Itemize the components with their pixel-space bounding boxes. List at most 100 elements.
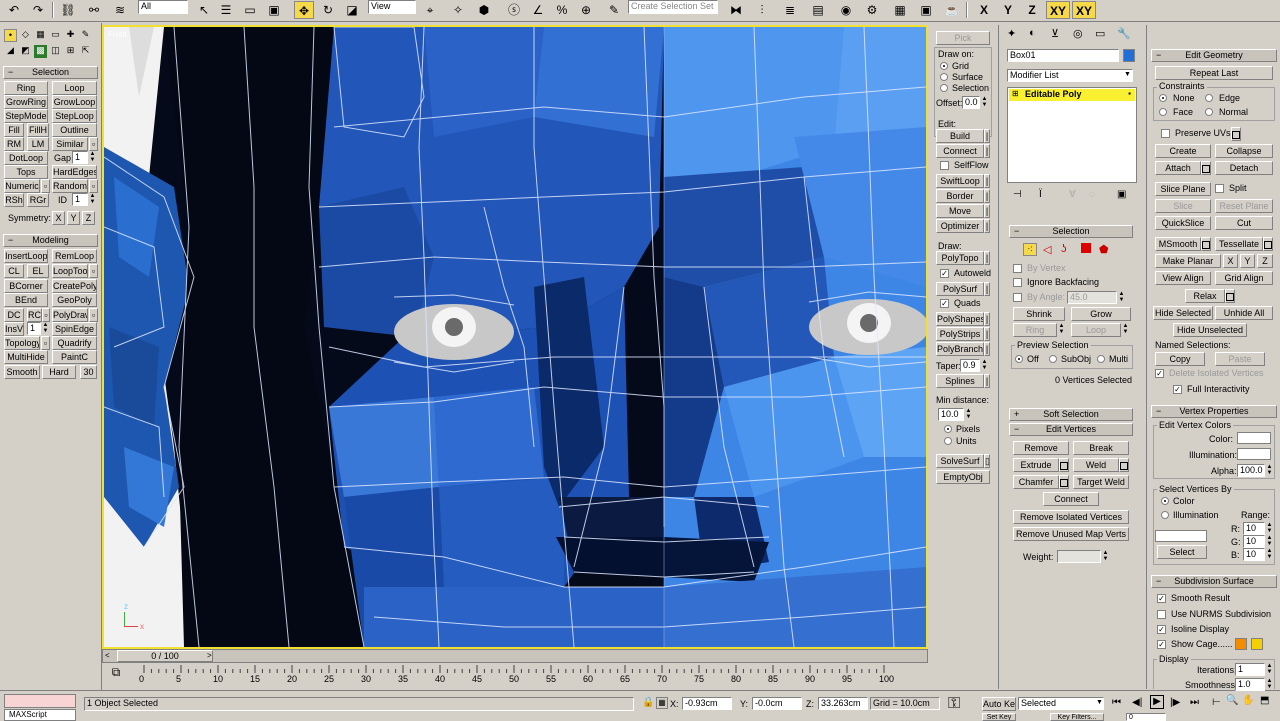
polyshapes-settings-icon[interactable]: |	[984, 312, 990, 326]
configure-modifier-sets-icon[interactable]: ▣	[1117, 189, 1126, 200]
loop-spinner[interactable]: ▲ ▼	[1122, 323, 1129, 336]
pencil-icon[interactable]: ✎	[79, 29, 92, 42]
polygon-mode-icon[interactable]: ▭	[49, 29, 62, 42]
cage-color-swatch-2[interactable]	[1251, 638, 1263, 650]
angle-spinner[interactable]: ▲ ▼	[1118, 291, 1125, 304]
range-b-field[interactable]: 10	[1243, 548, 1265, 561]
time-slider-forward-arrow[interactable]: >	[207, 650, 217, 662]
rm-button[interactable]: RM	[4, 137, 24, 151]
grid-icon[interactable]: ▩	[34, 45, 47, 58]
auto-key-button[interactable]: Auto Key	[982, 697, 1016, 711]
by-angle-checkbox[interactable]	[1013, 293, 1022, 302]
stack-item-editable-poly[interactable]: ⊞ Editable Poly ▪	[1009, 89, 1135, 101]
polydraw-settings-icon[interactable]: ▫	[89, 308, 98, 322]
range-b-spinner[interactable]: ▲ ▼	[1266, 548, 1273, 561]
curve-editor-icon[interactable]: ▤	[808, 1, 828, 19]
split-checkbox[interactable]	[1215, 184, 1224, 193]
pin-icon[interactable]: ⇱	[79, 45, 92, 58]
previous-frame-icon[interactable]: ◀|	[1132, 697, 1142, 708]
create-button[interactable]: Create	[1155, 144, 1211, 158]
make-planar-button[interactable]: Make Planar	[1155, 254, 1221, 268]
planar-x-button[interactable]: X	[1223, 254, 1238, 268]
insv-button[interactable]: InsV	[4, 322, 24, 336]
range-g-field[interactable]: 10	[1243, 535, 1265, 548]
looptools-button[interactable]: LoopTools	[52, 264, 88, 278]
object-name-field[interactable]: Box01	[1007, 49, 1119, 62]
select-by-name-icon[interactable]: ☰	[216, 1, 236, 19]
growloop-button[interactable]: GrowLoop	[52, 95, 97, 109]
edge-subobject-icon[interactable]: ◁	[1043, 243, 1051, 256]
topology-button[interactable]: Topology	[4, 336, 40, 350]
time-slider[interactable]: < 0 / 100 >	[102, 649, 928, 663]
display-tab-icon[interactable]: ▭	[1095, 27, 1105, 40]
connect-settings-icon[interactable]: |	[984, 144, 990, 158]
steploop-button[interactable]: StepLoop	[52, 109, 97, 123]
optimizer-button[interactable]: Optimizer	[936, 219, 984, 233]
hide-unselected-button[interactable]: Hide Unselected	[1173, 323, 1247, 337]
createpoly-button[interactable]: CreatePoly	[52, 279, 97, 293]
axis-x-button[interactable]: X	[974, 1, 994, 19]
range-g-spinner[interactable]: ▲ ▼	[1266, 535, 1273, 548]
polysurf-button[interactable]: PolySurf	[936, 282, 984, 296]
relax-settings-icon[interactable]	[1225, 289, 1235, 303]
break-button[interactable]: Break	[1073, 441, 1129, 455]
grid-align-button[interactable]: Grid Align	[1215, 271, 1273, 285]
maxscript-listener-mini[interactable]	[4, 694, 76, 708]
preserve-uvs-settings-icon[interactable]	[1231, 127, 1241, 141]
select-object-icon[interactable]: ↖	[194, 1, 214, 19]
layer-manager-icon[interactable]: ≣	[780, 1, 800, 19]
topology-settings-icon[interactable]: ▫	[41, 336, 50, 350]
remloop-button[interactable]: RemLoop	[52, 249, 97, 263]
polytopo-settings-icon[interactable]: |	[984, 251, 990, 265]
remove-isolated-vertices-button[interactable]: Remove Isolated Vertices	[1013, 510, 1129, 524]
redo-icon[interactable]: ↷	[28, 1, 48, 19]
make-unique-icon[interactable]: ∀	[1069, 189, 1076, 200]
unhide-all-button[interactable]: Unhide All	[1215, 306, 1273, 320]
quadrify-button[interactable]: Quadrify	[52, 336, 97, 350]
build-settings-icon[interactable]: |	[984, 129, 990, 143]
attach-button[interactable]: Attach	[1155, 161, 1201, 175]
element-mode-icon[interactable]: ✚	[64, 29, 77, 42]
zoom-icon[interactable]: 🔍	[1226, 695, 1238, 706]
show-end-result-icon[interactable]: Ï	[1039, 189, 1042, 200]
reference-coordinate-dropdown[interactable]: View	[368, 0, 416, 14]
keyboard-shortcut-icon[interactable]: ⬢	[474, 1, 494, 19]
polysurf-settings-icon[interactable]: |	[984, 282, 990, 296]
render-frame-icon[interactable]: ▦	[890, 1, 910, 19]
msmooth-settings-icon[interactable]	[1201, 237, 1211, 251]
ignore-backfacing-checkbox[interactable]	[1013, 278, 1022, 287]
connect-button[interactable]: Connect	[936, 144, 984, 158]
chamfer-settings-icon[interactable]	[1059, 475, 1069, 489]
preview-off-radio[interactable]	[1015, 355, 1023, 363]
numeric-button[interactable]: Numeric	[4, 179, 40, 193]
fillh-button[interactable]: FillH	[27, 123, 49, 137]
select-color-swatch[interactable]	[1155, 530, 1207, 542]
smoothness-field[interactable]: 1.0	[1235, 678, 1265, 691]
paste-button[interactable]: Paste	[1215, 352, 1265, 366]
select-by-color-radio[interactable]	[1161, 497, 1169, 505]
selection-region-icon[interactable]: ▭	[240, 1, 260, 19]
fill-button[interactable]: Fill	[4, 123, 24, 137]
align-icon[interactable]: ⫶	[752, 1, 772, 19]
border-button[interactable]: Border	[936, 189, 984, 203]
slice-button[interactable]: Slice	[1155, 199, 1211, 213]
spinedge-button[interactable]: SpinEdge	[52, 322, 97, 336]
edit-geometry-rollout-header[interactable]: − Edit Geometry	[1151, 49, 1277, 62]
planar-z-button[interactable]: Z	[1257, 254, 1273, 268]
border-mode-icon[interactable]: ▦	[34, 29, 47, 42]
pick-button[interactable]: Pick	[936, 31, 990, 45]
select-manipulate-icon[interactable]: ✧	[448, 1, 468, 19]
time-slider-handle[interactable]: 0 / 100	[117, 650, 213, 662]
soft-selection-rollout-header[interactable]: + Soft Selection	[1009, 408, 1133, 421]
window-crossing-icon[interactable]: ▣	[264, 1, 284, 19]
pivot-center-icon[interactable]: ⌖	[420, 1, 440, 19]
weight-field[interactable]	[1057, 550, 1101, 563]
stepmode-button[interactable]: StepMode	[4, 109, 48, 123]
polybranch-button[interactable]: PolyBranch	[936, 342, 984, 356]
emptyobj-button[interactable]: EmptyObj	[936, 470, 990, 484]
surface-radio[interactable]	[940, 73, 948, 81]
selection-radio[interactable]	[940, 84, 948, 92]
remove-modifier-icon[interactable]: ◌	[1089, 189, 1095, 200]
use-nurms-checkbox[interactable]	[1157, 610, 1166, 619]
constraint-edge-radio[interactable]	[1205, 94, 1213, 102]
